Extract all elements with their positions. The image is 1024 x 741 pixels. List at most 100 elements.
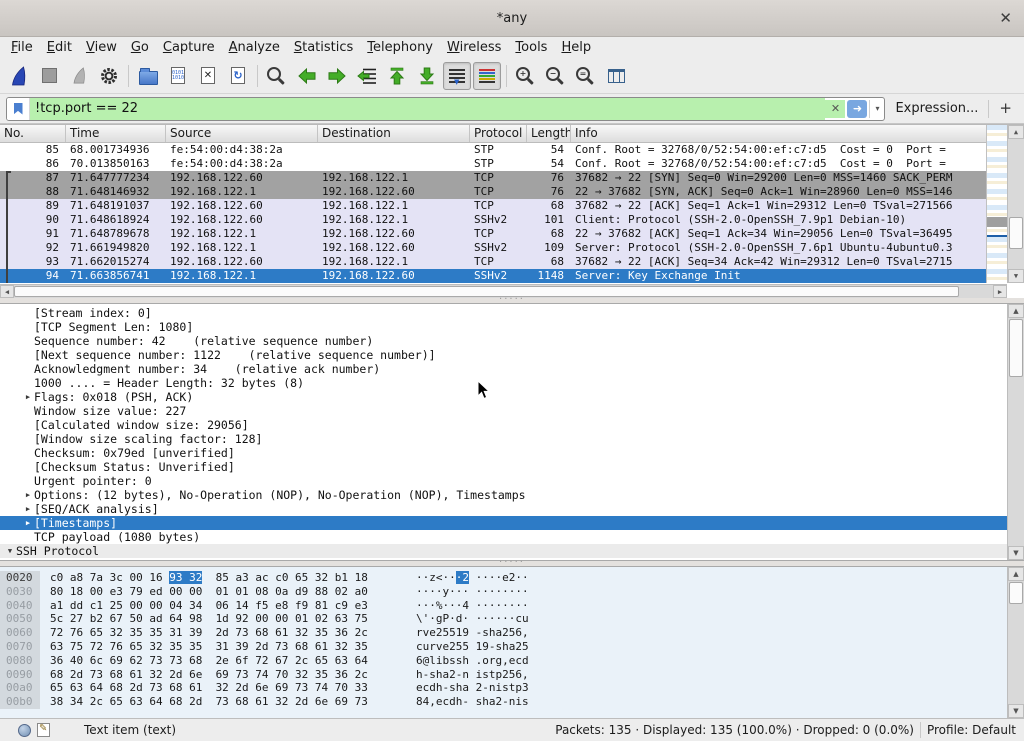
scroll-thumb[interactable] [1009, 582, 1023, 604]
packet-row-90[interactable]: 9071.648618924192.168.122.60192.168.122.… [0, 213, 986, 227]
packet-row-92[interactable]: 9271.661949820192.168.122.1192.168.122.6… [0, 241, 986, 255]
go-to-packet-icon[interactable] [353, 62, 381, 90]
scroll-right-icon[interactable]: ▶ [993, 285, 1007, 298]
save-file-icon[interactable]: 01011010 [164, 62, 192, 90]
expression-button[interactable]: Expression... [891, 101, 982, 116]
detail-row[interactable]: 1000 .... = Header Length: 32 bytes (8) [0, 376, 1007, 390]
scroll-thumb[interactable] [1009, 319, 1023, 377]
close-icon[interactable]: ✕ [999, 9, 1012, 27]
packet-row-93[interactable]: 9371.662015274192.168.122.60192.168.122.… [0, 255, 986, 269]
collapsed-icon[interactable]: ▶ [22, 516, 34, 530]
zoom-original-icon[interactable]: = [572, 62, 600, 90]
detail-row[interactable]: Acknowledgment number: 34 (relative ack … [0, 362, 1007, 376]
hex-row-0090[interactable]: 009068 2d 73 68 61 32 2d 6e 69 73 74 70 … [0, 668, 1007, 682]
packet-row-91[interactable]: 9171.648789678192.168.122.1192.168.122.6… [0, 227, 986, 241]
zoom-in-icon[interactable]: + [512, 62, 540, 90]
detail-row[interactable]: ▶[Timestamps] [0, 516, 1007, 530]
close-file-icon[interactable]: ✕ [194, 62, 222, 90]
scroll-down-icon[interactable]: ▼ [1008, 546, 1024, 560]
hex-vscrollbar[interactable]: ▲ ▼ [1007, 567, 1024, 718]
packet-row-87[interactable]: 8771.647777234192.168.122.60192.168.122.… [0, 171, 986, 185]
collapsed-icon[interactable]: ▶ [22, 488, 34, 502]
detail-row[interactable]: [Window size scaling factor: 128] [0, 432, 1007, 446]
hex-row-0060[interactable]: 006072 76 65 32 35 35 31 39 2d 73 68 61 … [0, 626, 1007, 640]
add-filter-button[interactable]: + [995, 99, 1018, 119]
hex-row-0070[interactable]: 007063 75 72 76 65 32 35 35 31 39 2d 73 … [0, 640, 1007, 654]
column-header-length[interactable]: Length [527, 125, 571, 142]
detail-row[interactable]: [Next sequence number: 1122 (relative se… [0, 348, 1007, 362]
display-filter-field[interactable]: !tcp.port == 22 ✕ ➜ ▾ [6, 97, 885, 121]
scroll-left-icon[interactable]: ◀ [0, 285, 14, 298]
scroll-up-icon[interactable]: ▲ [1008, 125, 1024, 139]
capture-options-icon[interactable] [95, 62, 123, 90]
packet-row-86[interactable]: 8670.013850163fe:54:00:d4:38:2aSTP54Conf… [0, 157, 986, 171]
menu-edit[interactable]: Edit [40, 39, 79, 56]
scroll-down-icon[interactable]: ▼ [1008, 704, 1024, 718]
go-back-icon[interactable] [293, 62, 321, 90]
open-file-icon[interactable] [134, 62, 162, 90]
packet-row-89[interactable]: 8971.648191037192.168.122.60192.168.122.… [0, 199, 986, 213]
detail-row[interactable]: [Calculated window size: 29056] [0, 418, 1007, 432]
detail-row[interactable]: ▼SSH Protocol [0, 544, 1007, 558]
colorize-packets-icon[interactable] [473, 62, 501, 90]
filter-dropdown-icon[interactable]: ▾ [869, 100, 884, 118]
hex-row-0030[interactable]: 003080 18 00 e3 79 ed 00 00 01 01 08 0a … [0, 585, 1007, 599]
menu-tools[interactable]: Tools [508, 39, 554, 56]
profile-label[interactable]: Profile: Default [927, 723, 1016, 737]
collapsed-icon[interactable]: ▶ [22, 390, 34, 404]
detail-row[interactable]: Window size value: 227 [0, 404, 1007, 418]
reload-file-icon[interactable]: ↻ [224, 62, 252, 90]
detail-row[interactable]: TCP payload (1080 bytes) [0, 530, 1007, 544]
hex-row-00b0[interactable]: 00b038 34 2c 65 63 64 68 2d 73 68 61 32 … [0, 695, 1007, 709]
scroll-thumb[interactable] [1009, 217, 1023, 249]
detail-row[interactable]: Urgent pointer: 0 [0, 474, 1007, 488]
scroll-up-icon[interactable]: ▲ [1008, 304, 1024, 318]
column-header-no[interactable]: No. [0, 125, 66, 142]
filter-bookmark-button[interactable] [7, 98, 30, 120]
start-capture-icon[interactable] [5, 62, 33, 90]
menu-wireless[interactable]: Wireless [440, 39, 508, 56]
detail-row[interactable]: Sequence number: 42 (relative sequence n… [0, 334, 1007, 348]
go-first-packet-icon[interactable] [383, 62, 411, 90]
packet-row-85[interactable]: 8568.001734936fe:54:00:d4:38:2aSTP54Conf… [0, 143, 986, 157]
restart-capture-icon[interactable] [65, 62, 93, 90]
menu-go[interactable]: Go [124, 39, 156, 56]
detail-row[interactable]: Checksum: 0x79ed [unverified] [0, 446, 1007, 460]
packet-row-94[interactable]: 9471.663856741192.168.122.1192.168.122.6… [0, 269, 986, 283]
detail-row[interactable]: [Stream index: 0] [0, 306, 1007, 320]
hex-row-0080[interactable]: 008036 40 6c 69 62 73 73 68 2e 6f 72 67 … [0, 654, 1007, 668]
detail-row[interactable]: ▶Options: (12 bytes), No-Operation (NOP)… [0, 488, 1007, 502]
auto-scroll-icon[interactable]: ▼ [443, 62, 471, 90]
resize-columns-icon[interactable] [602, 62, 630, 90]
menu-view[interactable]: View [79, 39, 124, 56]
hex-row-0040[interactable]: 0040a1 dd c1 25 00 00 04 34 06 14 f5 e8 … [0, 599, 1007, 613]
hex-row-0020[interactable]: 0020c0 a8 7a 3c 00 16 93 32 85 a3 ac c0 … [0, 571, 1007, 585]
zoom-out-icon[interactable]: − [542, 62, 570, 90]
filter-apply-icon[interactable]: ➜ [847, 100, 867, 118]
stop-capture-icon[interactable] [35, 62, 63, 90]
column-header-info[interactable]: Info [571, 125, 986, 142]
expanded-icon[interactable]: ▼ [4, 544, 16, 558]
column-header-protocol[interactable]: Protocol [470, 125, 527, 142]
go-forward-icon[interactable] [323, 62, 351, 90]
find-packet-icon[interactable] [263, 62, 291, 90]
filter-input[interactable]: !tcp.port == 22 [30, 98, 825, 120]
detail-vscrollbar[interactable]: ▲ ▼ [1007, 304, 1024, 560]
column-header-time[interactable]: Time [66, 125, 166, 142]
detail-row[interactable]: ▶[SEQ/ACK analysis] [0, 502, 1007, 516]
packet-list-vscrollbar[interactable]: ▲ ▼ [1007, 125, 1024, 283]
menu-statistics[interactable]: Statistics [287, 39, 360, 56]
scroll-up-icon[interactable]: ▲ [1008, 567, 1024, 581]
hex-row-0050[interactable]: 00505c 27 b2 67 50 ad 64 98 1d 92 00 00 … [0, 612, 1007, 626]
packet-list-minimap[interactable] [986, 125, 1007, 283]
hex-row-00a0[interactable]: 00a065 63 64 68 2d 73 68 61 32 2d 6e 69 … [0, 681, 1007, 695]
detail-row[interactable]: [Checksum Status: Unverified] [0, 460, 1007, 474]
column-header-destination[interactable]: Destination [318, 125, 470, 142]
column-header-source[interactable]: Source [166, 125, 318, 142]
menu-capture[interactable]: Capture [156, 39, 222, 56]
packet-row-88[interactable]: 8871.648146932192.168.122.1192.168.122.6… [0, 185, 986, 199]
capture-comment-icon[interactable] [37, 723, 50, 737]
detail-row[interactable]: [TCP Segment Len: 1080] [0, 320, 1007, 334]
menu-help[interactable]: Help [554, 39, 598, 56]
menu-file[interactable]: File [4, 39, 40, 56]
